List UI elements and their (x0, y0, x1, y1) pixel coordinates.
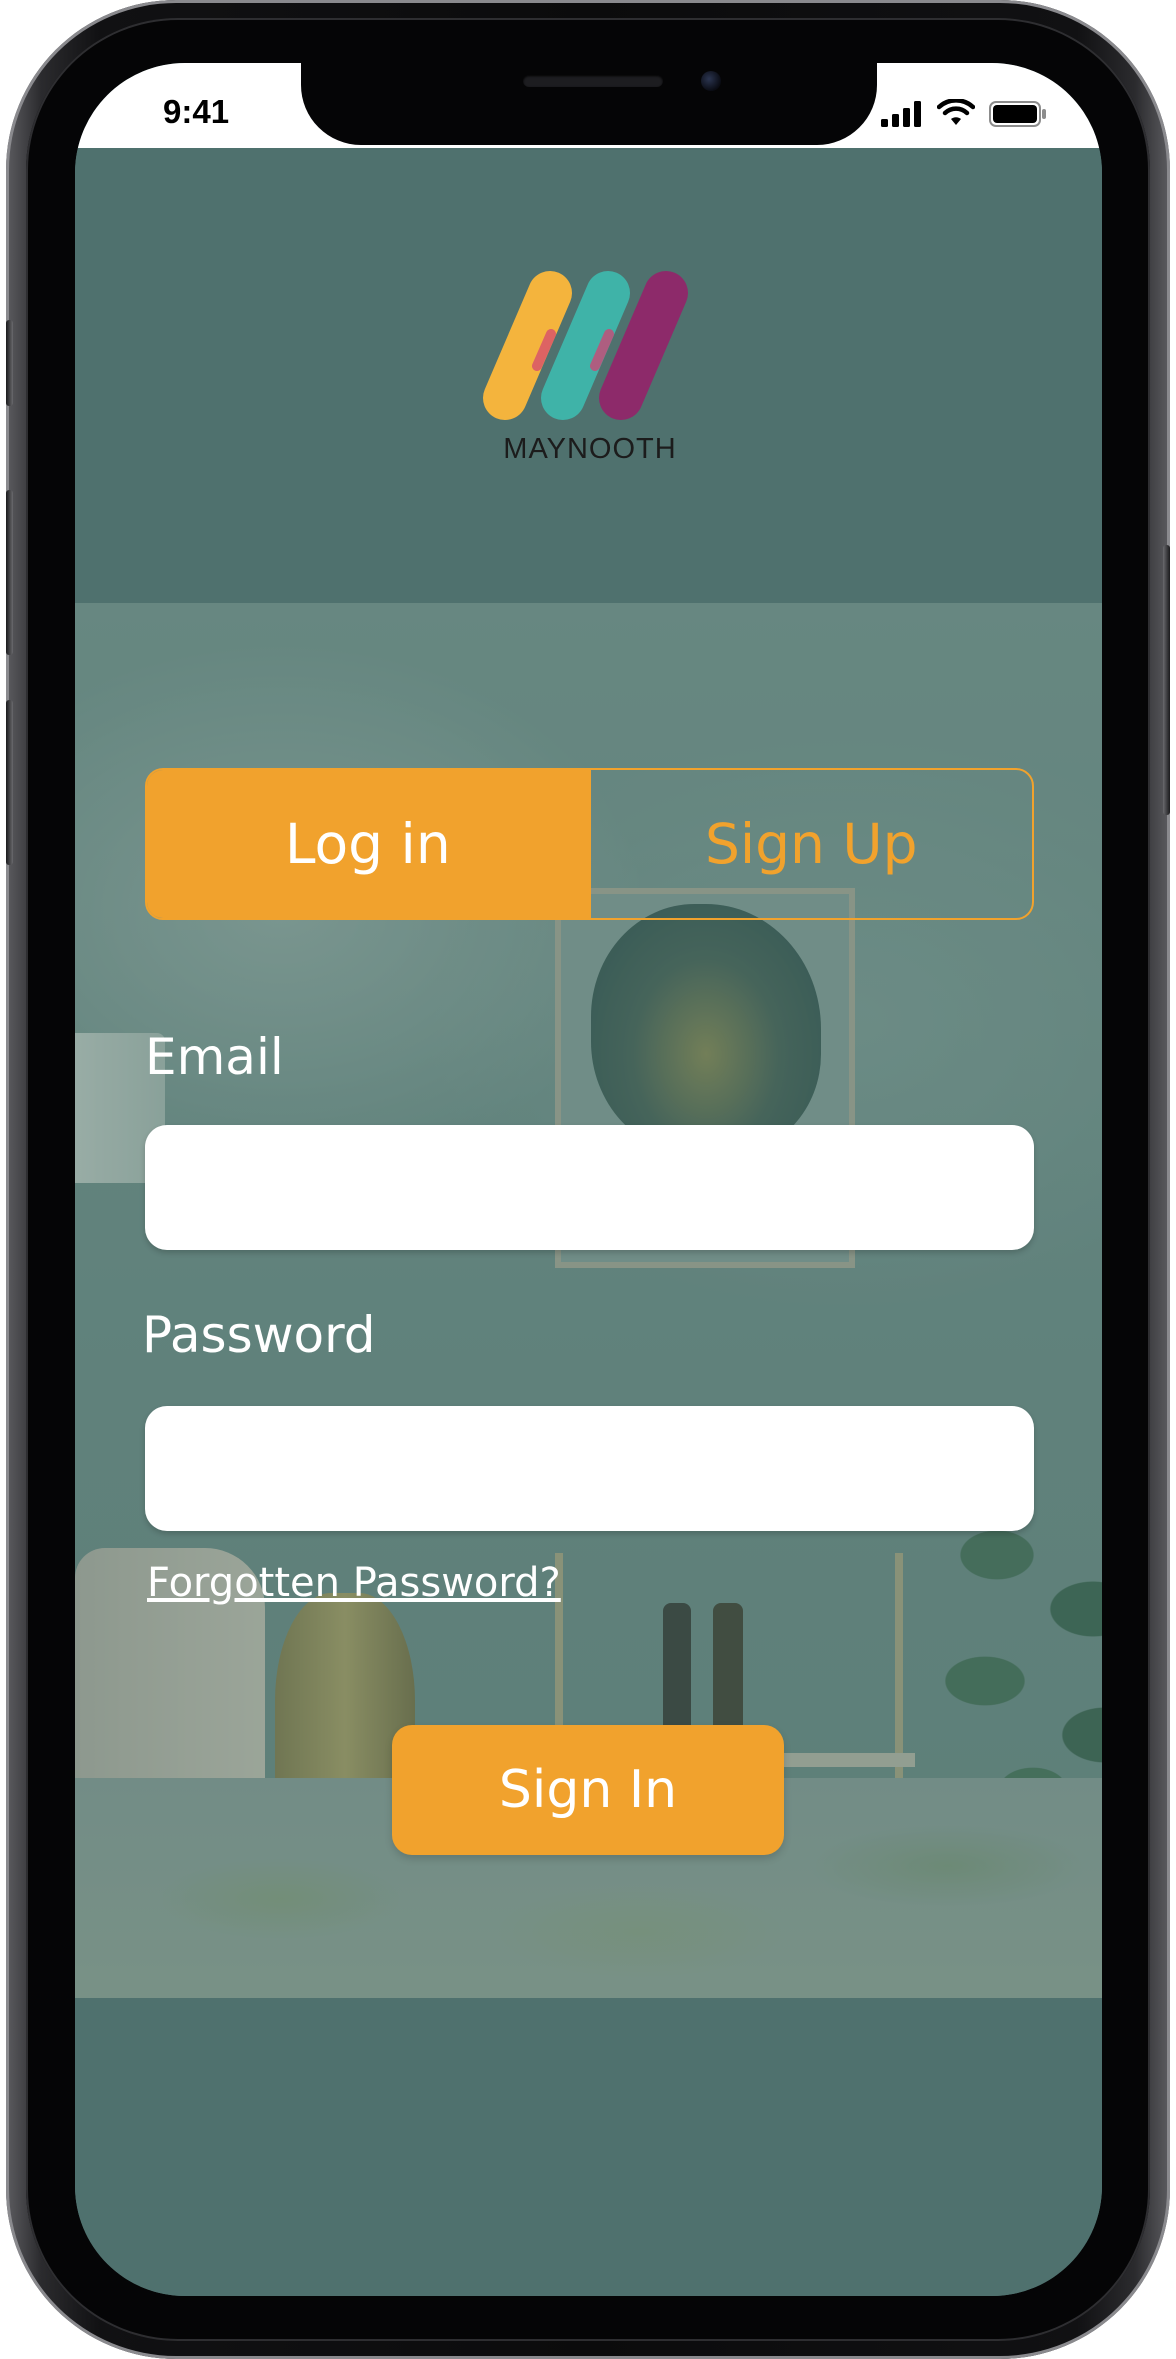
bottom-area (75, 1998, 1102, 2296)
front-camera (701, 71, 721, 91)
speaker-grille (523, 75, 663, 87)
email-field[interactable] (145, 1125, 1034, 1250)
status-bar: 9:41 (75, 63, 1102, 148)
login-tab[interactable]: Log in (147, 770, 589, 918)
password-label: Password (142, 1306, 376, 1364)
wifi-icon (937, 99, 975, 125)
email-label: Email (145, 1028, 284, 1086)
auth-mode-toggle: Log in Sign Up (145, 768, 1034, 920)
brand-name: MAYNOOTH (503, 433, 677, 465)
password-field[interactable] (145, 1406, 1034, 1531)
sign-in-button[interactable]: Sign In (392, 1725, 784, 1855)
signup-tab[interactable]: Sign Up (588, 770, 1033, 918)
signal-icon (881, 101, 921, 127)
volume-down-button (6, 700, 13, 865)
status-icons (881, 99, 1047, 127)
silent-switch (6, 320, 13, 406)
forgot-password-link[interactable]: Forgotten Password? (147, 1560, 561, 1606)
maynooth-logo: MAYNOOTH (475, 268, 705, 478)
app-screen: 9:41 MAYNOOTH Log in Sign Up Email Passw… (75, 63, 1102, 2296)
battery-icon (989, 101, 1046, 127)
status-time: 9:41 (163, 93, 230, 130)
power-button (1163, 545, 1170, 815)
notch (301, 63, 877, 145)
volume-up-button (6, 490, 13, 655)
logo-mark-icon (483, 271, 688, 420)
